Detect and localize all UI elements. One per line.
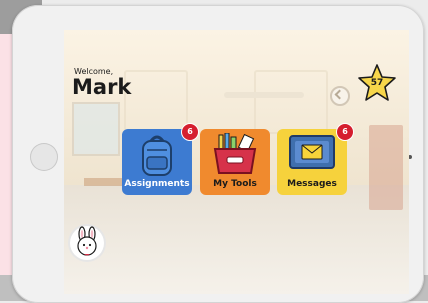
classroom-window (72, 102, 120, 156)
home-button[interactable] (30, 143, 58, 171)
my-tools-label: My Tools (213, 179, 257, 189)
toolbox-icon (213, 133, 257, 174)
assignments-tile[interactable]: 6 Assignments (122, 124, 198, 195)
tablet-frame: Welcome, Mark 57 6 Assignments My Tools … (12, 5, 424, 303)
classroom-floor (64, 185, 409, 294)
star-count: 57 (370, 78, 384, 88)
assignments-count-badge: 6 (182, 124, 198, 140)
backpack-icon (142, 135, 172, 176)
wall-panel (124, 70, 188, 134)
envelope-icon (289, 135, 335, 169)
my-tools-tile[interactable]: My Tools (200, 129, 270, 195)
messages-label: Messages (287, 179, 337, 189)
profile-avatar-button[interactable] (70, 226, 104, 260)
board-ledge (224, 92, 304, 98)
bunny-avatar-icon (77, 226, 97, 256)
messages-tile[interactable]: 6 Messages (277, 124, 353, 195)
wall-panel (254, 70, 328, 134)
classroom-shelf (369, 125, 403, 210)
messages-count-badge: 6 (337, 124, 353, 140)
user-name: Mark (72, 75, 132, 99)
app-screen: Welcome, Mark 57 6 Assignments My Tools … (64, 30, 409, 294)
assignments-label: Assignments (124, 179, 190, 189)
